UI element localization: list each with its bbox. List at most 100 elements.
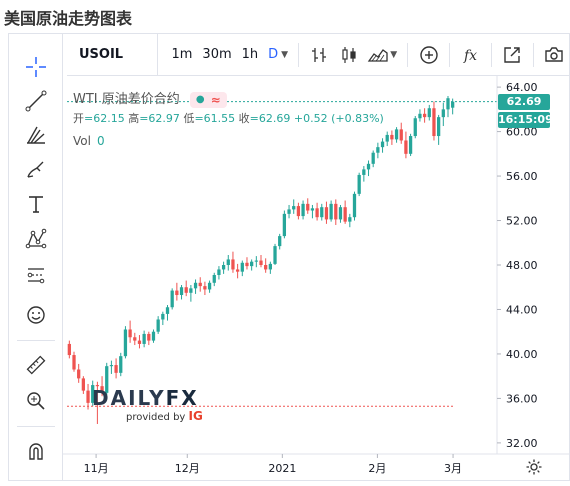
candle xyxy=(376,147,380,153)
candle xyxy=(203,286,207,290)
candle xyxy=(268,263,272,270)
candle xyxy=(235,269,240,272)
candle xyxy=(380,141,385,148)
candle xyxy=(161,313,165,320)
candle xyxy=(165,307,170,314)
volume-legend: Vol 0 xyxy=(73,134,105,148)
candle xyxy=(437,117,441,137)
candle xyxy=(413,118,417,137)
candle xyxy=(292,206,296,210)
candle xyxy=(259,260,263,265)
candle xyxy=(175,290,179,296)
candle xyxy=(394,129,399,140)
candle xyxy=(278,236,282,247)
candle xyxy=(315,208,319,218)
y-tick-label: 40.00 xyxy=(506,348,538,361)
candle xyxy=(422,113,427,118)
candle xyxy=(273,246,277,264)
y-tick-label: 64.00 xyxy=(506,81,538,94)
candle xyxy=(362,169,366,175)
candle xyxy=(310,208,315,211)
x-tick-label: 2月 xyxy=(368,462,386,475)
candle xyxy=(147,333,151,341)
y-tick-label: 52.00 xyxy=(506,215,538,228)
y-tick-label: 32.00 xyxy=(506,437,538,450)
candle xyxy=(324,207,329,220)
page-title: 美国原油走势图表 xyxy=(4,9,133,28)
countdown-tag: 16:15:09 xyxy=(498,111,553,128)
candle xyxy=(207,282,212,290)
candle xyxy=(151,331,156,341)
open-value: =62.15 xyxy=(84,112,125,125)
y-tick-label: 36.00 xyxy=(506,392,538,405)
candle xyxy=(427,108,431,118)
candle xyxy=(72,355,76,370)
status-badge[interactable]: ● ≈ xyxy=(189,91,227,108)
candle xyxy=(348,217,352,222)
x-tick-label: 12月 xyxy=(175,462,200,475)
candle xyxy=(296,206,301,217)
candle xyxy=(352,193,357,218)
candle xyxy=(301,203,305,217)
candle xyxy=(170,290,174,308)
candle xyxy=(343,207,347,222)
candle xyxy=(221,265,226,270)
candle xyxy=(399,129,403,141)
close-value: =62.69 xyxy=(249,112,291,125)
candle xyxy=(137,340,142,344)
candle xyxy=(264,265,268,270)
candle xyxy=(184,287,188,293)
candle xyxy=(67,343,71,356)
candle xyxy=(189,288,193,293)
candle xyxy=(81,378,85,391)
candle xyxy=(156,319,160,332)
candle xyxy=(282,213,287,237)
candle xyxy=(179,287,184,296)
ohlc-values: 开=62.15 高=62.97 低=61.55 收=62.69 +0.52 (+… xyxy=(73,112,384,125)
candle xyxy=(371,152,375,164)
chart-widget: USOIL 1m 30m 1h D ▼ ▼ fx 64.00 60.00 56.… xyxy=(8,33,570,481)
y-tick-label: 44.00 xyxy=(506,303,538,316)
chart-legend: WTI 原油差价合约 ● ≈ xyxy=(73,88,227,108)
candle xyxy=(212,275,216,283)
candle xyxy=(432,108,436,137)
dailyfx-watermark: DAILYFX provided by IG xyxy=(92,386,203,423)
candle xyxy=(77,369,81,379)
candle xyxy=(385,134,389,142)
candle xyxy=(245,262,249,267)
candle xyxy=(119,356,123,373)
status-dot-icon: ● xyxy=(195,94,205,105)
candle xyxy=(451,101,455,108)
candle xyxy=(123,329,128,357)
candle xyxy=(408,136,413,154)
gear-icon[interactable] xyxy=(525,458,543,480)
candle xyxy=(404,140,408,154)
candle xyxy=(357,174,361,194)
candle xyxy=(446,98,450,110)
high-value: =62.97 xyxy=(139,112,180,125)
candle xyxy=(418,113,422,119)
candle xyxy=(128,329,132,338)
candle xyxy=(198,282,202,287)
candle xyxy=(226,259,230,265)
low-value: =61.55 xyxy=(194,112,236,125)
candle xyxy=(329,203,333,220)
y-tick-label: 48.00 xyxy=(506,259,538,272)
candle xyxy=(133,337,137,341)
x-tick-label: 11月 xyxy=(84,462,109,475)
candle xyxy=(334,203,338,220)
instrument-name: WTI 原油差价合约 xyxy=(73,92,180,107)
candle xyxy=(114,365,118,373)
candle xyxy=(231,259,235,270)
y-tick-label: 56.00 xyxy=(506,170,538,183)
candle xyxy=(193,282,198,289)
candle xyxy=(217,269,221,276)
candle xyxy=(306,203,310,211)
candle xyxy=(441,109,445,118)
candle xyxy=(287,209,291,214)
candle xyxy=(142,333,146,344)
candle xyxy=(250,261,254,267)
x-tick-label: 2021 xyxy=(268,462,296,475)
candle xyxy=(338,207,343,220)
candle xyxy=(86,390,90,403)
